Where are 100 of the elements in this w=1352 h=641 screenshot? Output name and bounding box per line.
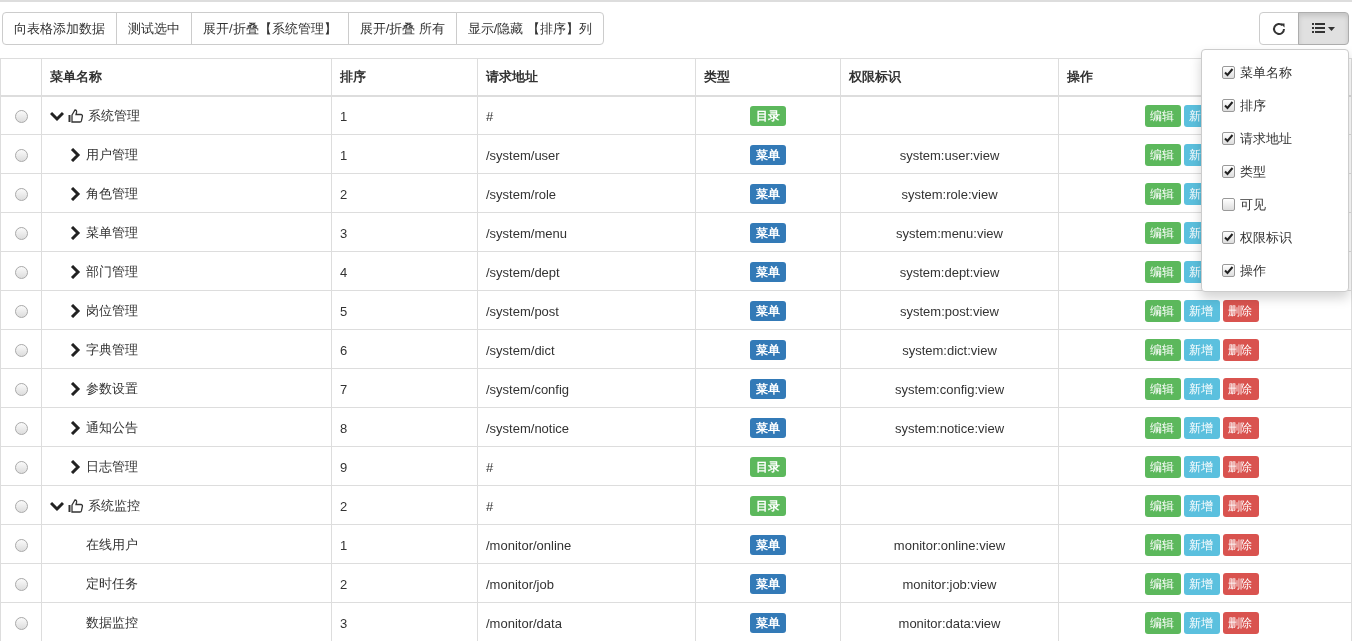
column-option[interactable]: 菜单名称: [1240, 63, 1292, 82]
type-badge: 菜单: [750, 574, 786, 594]
column-header: 菜单名称: [50, 68, 102, 84]
chevron-right-icon[interactable]: [68, 226, 82, 240]
checkbox[interactable]: [1222, 231, 1235, 244]
edit-button[interactable]: 编辑: [1145, 339, 1181, 361]
permission-cell: monitor:online:view: [893, 537, 1006, 553]
radio-button[interactable]: [14, 616, 28, 630]
order-cell: 2: [340, 576, 348, 592]
chevron-right-icon[interactable]: [68, 460, 82, 474]
chevron-right-icon[interactable]: [68, 187, 82, 201]
delete-button[interactable]: 删除: [1223, 456, 1259, 478]
refresh-button[interactable]: [1259, 12, 1299, 45]
order-cell: 1: [340, 537, 348, 553]
type-badge: 菜单: [750, 535, 786, 555]
radio-button[interactable]: [14, 226, 28, 240]
toolbar-button[interactable]: 展开/折叠 所有: [347, 12, 457, 45]
order-cell: 6: [340, 342, 348, 358]
delete-button[interactable]: 删除: [1223, 417, 1259, 439]
url-cell: /system/dict: [486, 342, 555, 358]
radio-button[interactable]: [14, 421, 28, 435]
add-button[interactable]: 新增: [1184, 378, 1220, 400]
toolbar-button[interactable]: 向表格添加数据: [2, 12, 117, 45]
type-badge: 菜单: [750, 262, 786, 282]
edit-button[interactable]: 编辑: [1145, 378, 1181, 400]
type-badge: 目录: [750, 496, 786, 516]
column-header: 请求地址: [486, 68, 538, 84]
type-badge: 菜单: [750, 613, 786, 633]
checkbox[interactable]: [1222, 198, 1235, 211]
chevron-right-icon[interactable]: [68, 265, 82, 279]
add-button[interactable]: 新增: [1184, 534, 1220, 556]
url-cell: /monitor/data: [486, 615, 562, 631]
add-button[interactable]: 新增: [1184, 339, 1220, 361]
add-button[interactable]: 新增: [1184, 300, 1220, 322]
chevron-right-icon[interactable]: [68, 421, 82, 435]
radio-button[interactable]: [14, 109, 28, 123]
add-button[interactable]: 新增: [1184, 612, 1220, 634]
permission-cell: system:config:view: [894, 381, 1005, 397]
checkbox[interactable]: [1222, 132, 1235, 145]
type-badge: 菜单: [750, 340, 786, 360]
column-option[interactable]: 排序: [1240, 96, 1266, 115]
delete-button[interactable]: 删除: [1223, 534, 1259, 556]
chevron-right-icon[interactable]: [68, 304, 82, 318]
chevron-down-icon[interactable]: [50, 109, 64, 124]
checkbox[interactable]: [1222, 99, 1235, 112]
edit-button[interactable]: 编辑: [1145, 105, 1181, 128]
column-option[interactable]: 操作: [1240, 261, 1266, 280]
edit-button[interactable]: 编辑: [1145, 495, 1181, 517]
checkbox[interactable]: [1222, 66, 1235, 79]
delete-button[interactable]: 删除: [1223, 378, 1259, 400]
radio-button[interactable]: [14, 577, 28, 591]
add-button[interactable]: 新增: [1184, 573, 1220, 595]
column-option[interactable]: 请求地址: [1240, 129, 1292, 148]
delete-button[interactable]: 删除: [1223, 300, 1259, 322]
add-button[interactable]: 新增: [1184, 495, 1220, 517]
menu-name: 部门管理: [86, 263, 138, 281]
delete-button[interactable]: 删除: [1223, 612, 1259, 634]
chevron-right-icon[interactable]: [68, 382, 82, 396]
columns-button[interactable]: [1298, 12, 1349, 45]
order-cell: 8: [340, 420, 348, 436]
edit-button[interactable]: 编辑: [1145, 417, 1181, 439]
delete-button[interactable]: 删除: [1223, 339, 1259, 361]
toolbar-button[interactable]: 显示/隐藏 【排序】列: [455, 12, 605, 45]
radio-button[interactable]: [14, 265, 28, 279]
edit-button[interactable]: 编辑: [1145, 144, 1181, 166]
radio-button[interactable]: [14, 538, 28, 552]
radio-button[interactable]: [14, 343, 28, 357]
url-cell: /system/role: [486, 186, 557, 202]
radio-button[interactable]: [14, 382, 28, 396]
type-badge: 目录: [750, 106, 786, 127]
delete-button[interactable]: 删除: [1223, 495, 1259, 517]
menu-name: 字典管理: [86, 341, 138, 359]
edit-button[interactable]: 编辑: [1145, 573, 1181, 595]
radio-button[interactable]: [14, 499, 28, 513]
radio-button[interactable]: [14, 148, 28, 162]
add-button[interactable]: 新增: [1184, 456, 1220, 478]
edit-button[interactable]: 编辑: [1145, 612, 1181, 634]
chevron-right-icon[interactable]: [68, 148, 82, 162]
edit-button[interactable]: 编辑: [1145, 261, 1181, 283]
radio-button[interactable]: [14, 187, 28, 201]
toolbar-button[interactable]: 展开/折叠【系统管理】: [191, 12, 349, 45]
edit-button[interactable]: 编辑: [1145, 534, 1181, 556]
delete-button[interactable]: 删除: [1223, 573, 1259, 595]
chevron-right-icon[interactable]: [68, 343, 82, 357]
column-option[interactable]: 类型: [1240, 162, 1266, 181]
menu-name: 系统管理: [88, 107, 140, 126]
radio-button[interactable]: [14, 304, 28, 318]
checkbox[interactable]: [1222, 264, 1235, 277]
edit-button[interactable]: 编辑: [1145, 456, 1181, 478]
toolbar-button[interactable]: 测试选中: [116, 12, 192, 45]
edit-button[interactable]: 编辑: [1145, 222, 1181, 244]
edit-button[interactable]: 编辑: [1145, 183, 1181, 205]
edit-button[interactable]: 编辑: [1145, 300, 1181, 322]
checkbox[interactable]: [1222, 165, 1235, 178]
chevron-down-icon[interactable]: [50, 499, 64, 513]
menu-name: 系统监控: [88, 497, 140, 515]
radio-button[interactable]: [14, 460, 28, 474]
add-button[interactable]: 新增: [1184, 417, 1220, 439]
column-option[interactable]: 可见: [1240, 195, 1266, 214]
column-option[interactable]: 权限标识: [1240, 228, 1292, 247]
